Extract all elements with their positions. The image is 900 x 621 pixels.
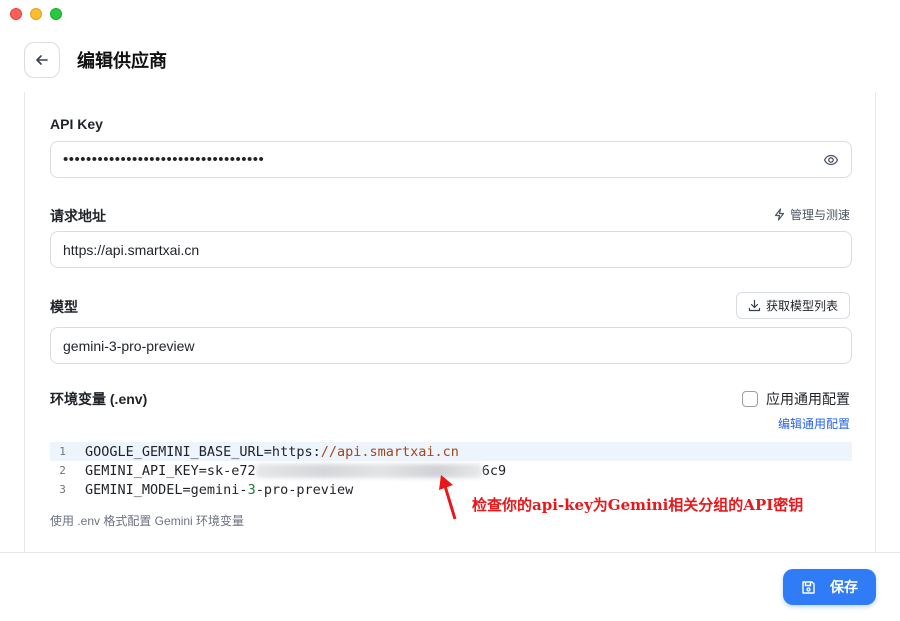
model-label: 模型 <box>50 299 78 315</box>
line-number: 2 <box>59 464 66 477</box>
endpoint-value: https://api.smartxai.cn <box>63 241 200 258</box>
code-line: 1 GOOGLE_GEMINI_BASE_URL=https://api.sma… <box>50 442 852 461</box>
model-input[interactable]: gemini-3-pro-preview <box>50 327 852 364</box>
annotation-text: 检查你的api-key为Gemini相关分组的API密钥 <box>472 496 804 514</box>
api-key-label: API Key <box>50 116 103 132</box>
window-controls <box>10 8 62 20</box>
apply-common-config-label: 应用通用配置 <box>766 391 850 407</box>
page-header: 编辑供应商 <box>24 42 167 78</box>
api-key-value: ••••••••••••••••••••••••••••••••••• <box>63 151 265 168</box>
env-hint: 使用 .env 格式配置 Gemini 环境变量 <box>50 514 245 528</box>
model-value: gemini-3-pro-preview <box>63 337 195 354</box>
download-icon <box>748 299 761 312</box>
endpoint-input[interactable]: https://api.smartxai.cn <box>50 231 852 268</box>
apply-common-config-checkbox[interactable] <box>742 391 758 407</box>
manage-speedtest-button[interactable]: 管理与测速 <box>773 206 850 223</box>
save-label: 保存 <box>830 579 858 595</box>
fetch-models-button[interactable]: 获取模型列表 <box>735 292 850 319</box>
code-text: GOOGLE_GEMINI_BASE_URL=https://api.smart… <box>85 443 459 460</box>
footer-divider <box>0 552 900 553</box>
env-label: 环境变量 (.env) <box>50 391 148 407</box>
maximize-window-button[interactable] <box>50 8 62 20</box>
code-text: GEMINI_MODEL=gemini-3-pro-preview <box>85 481 354 498</box>
save-button[interactable]: 保存 <box>783 569 876 605</box>
manage-speedtest-label: 管理与测速 <box>789 208 850 222</box>
edit-common-config-link[interactable]: 编辑通用配置 <box>778 415 850 432</box>
line-number: 1 <box>59 445 66 458</box>
line-number: 3 <box>59 483 66 496</box>
lightning-icon <box>774 208 785 221</box>
minimize-window-button[interactable] <box>30 8 42 20</box>
back-button[interactable] <box>24 42 60 78</box>
eye-icon[interactable] <box>823 152 839 168</box>
endpoint-label: 请求地址 <box>50 208 106 224</box>
annotation-arrow-icon <box>439 475 457 520</box>
fetch-models-label: 获取模型列表 <box>765 299 838 313</box>
page-title: 编辑供应商 <box>77 51 167 71</box>
close-window-button[interactable] <box>10 8 22 20</box>
arrow-left-icon <box>36 55 48 65</box>
apply-common-config-row[interactable]: 应用通用配置 <box>742 389 850 409</box>
save-icon <box>802 580 815 594</box>
api-key-input[interactable]: ••••••••••••••••••••••••••••••••••• <box>50 141 852 178</box>
